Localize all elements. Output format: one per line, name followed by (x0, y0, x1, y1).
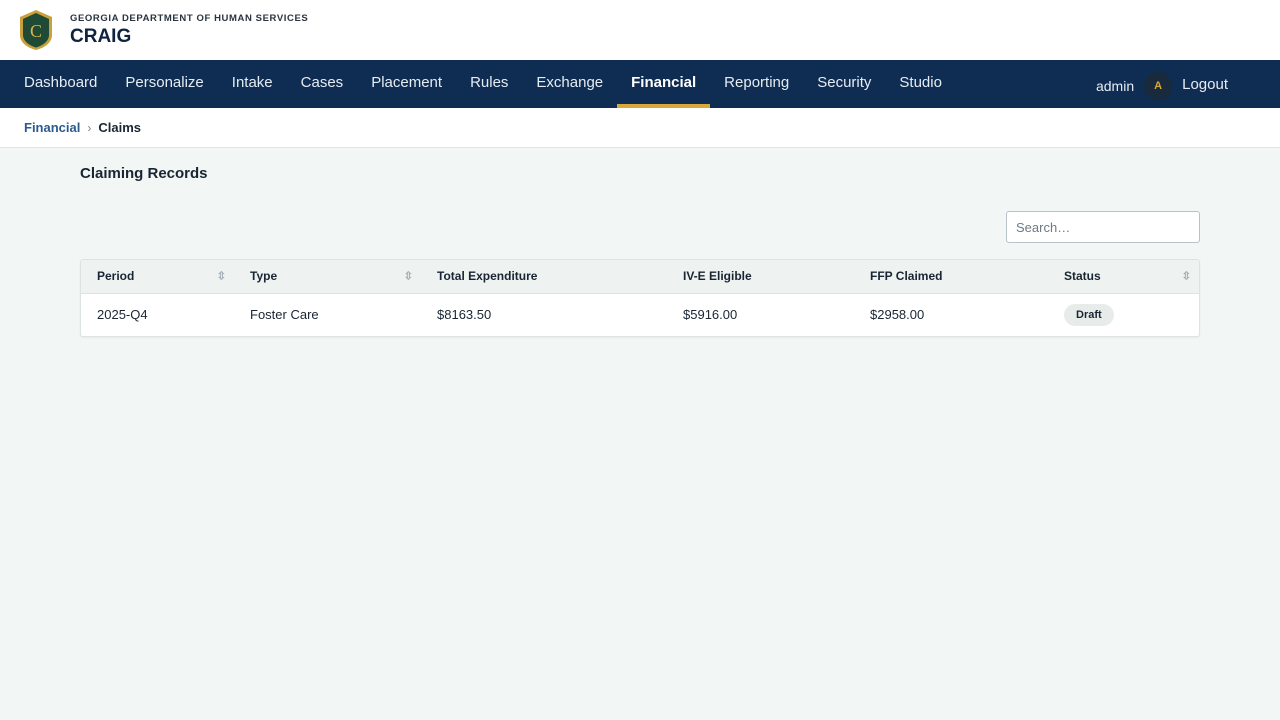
sort-icon[interactable]: ⇳ (404, 270, 413, 283)
column-header-label: Type (250, 269, 278, 284)
cell-period: 2025-Q4 (97, 307, 148, 323)
claims-table-card: Period ⇳ Type ⇳ Total Expenditure IV-E E… (80, 259, 1200, 337)
column-header-label: Status (1064, 269, 1101, 284)
table-header-row: Period ⇳ Type ⇳ Total Expenditure IV-E E… (81, 260, 1199, 294)
main-content: Claiming Records Period ⇳ (0, 165, 1280, 337)
breadcrumb-current: Claims (98, 120, 141, 135)
nav-item-reporting[interactable]: Reporting (710, 60, 803, 108)
nav-item-cases[interactable]: Cases (287, 60, 358, 108)
nav-item-personalize[interactable]: Personalize (111, 60, 217, 108)
claims-table: Period ⇳ Type ⇳ Total Expenditure IV-E E… (81, 260, 1199, 336)
column-header-label: FFP Claimed (870, 269, 943, 284)
username: admin (1095, 78, 1135, 94)
avatar[interactable]: A (1144, 72, 1173, 100)
shield-logo-icon[interactable]: C (18, 9, 54, 51)
nav-item-intake[interactable]: Intake (218, 60, 287, 108)
cell-ive-eligible: $5916.00 (683, 307, 738, 323)
department-name: GEORGIA DEPARTMENT OF HUMAN SERVICES (70, 12, 309, 24)
app-header: C GEORGIA DEPARTMENT OF HUMAN SERVICES C… (0, 0, 1280, 60)
column-header-status[interactable]: Status ⇳ (1048, 260, 1199, 294)
nav-item-financial[interactable]: Financial (617, 60, 711, 108)
search-input[interactable] (1006, 211, 1200, 243)
column-header-type[interactable]: Type ⇳ (234, 260, 421, 294)
breadcrumb-separator-icon: › (87, 120, 92, 135)
column-header-label: IV-E Eligible (683, 269, 752, 284)
nav-item-rules[interactable]: Rules (456, 60, 522, 108)
nav-item-security[interactable]: Security (803, 60, 885, 108)
sort-icon[interactable]: ⇳ (217, 270, 226, 283)
page-title: Claiming Records (80, 165, 208, 182)
app-name: CRAIG (70, 25, 132, 47)
table-toolbar (80, 211, 1200, 243)
nav-item-dashboard[interactable]: Dashboard (10, 60, 111, 108)
nav-item-placement[interactable]: Placement (357, 60, 456, 108)
column-header-ive-eligible: IV-E Eligible (667, 260, 854, 294)
user-area: admin A Logout (1096, 60, 1228, 108)
column-header-label: Total Expenditure (437, 269, 538, 284)
status-badge: Draft (1064, 303, 1114, 326)
breadcrumb: Financial › Claims (0, 108, 1280, 148)
cell-ffp-claimed: $2958.00 (870, 307, 925, 323)
nav-item-studio[interactable]: Studio (885, 60, 956, 108)
cell-total-expenditure: $8163.50 (437, 307, 492, 323)
cell-type: Foster Care (250, 307, 319, 323)
nav-item-exchange[interactable]: Exchange (522, 60, 617, 108)
main-nav: Dashboard Personalize Intake Cases Place… (0, 60, 1280, 108)
brand: GEORGIA DEPARTMENT OF HUMAN SERVICES CRA… (70, 13, 308, 48)
logo-letter: C (30, 21, 42, 41)
breadcrumb-financial-link[interactable]: Financial (24, 120, 80, 135)
column-header-total-expenditure: Total Expenditure (421, 260, 667, 294)
column-header-label: Period (97, 269, 135, 284)
sort-icon[interactable]: ⇳ (1182, 270, 1191, 283)
table-row[interactable]: 2025-Q4 Foster Care $8163.50 $5916.00 $2… (81, 293, 1199, 336)
column-header-period[interactable]: Period ⇳ (81, 260, 234, 294)
column-header-ffp-claimed: FFP Claimed (854, 260, 1048, 294)
cell-status: Draft (1048, 293, 1199, 336)
logout-link[interactable]: Logout (1182, 76, 1228, 93)
